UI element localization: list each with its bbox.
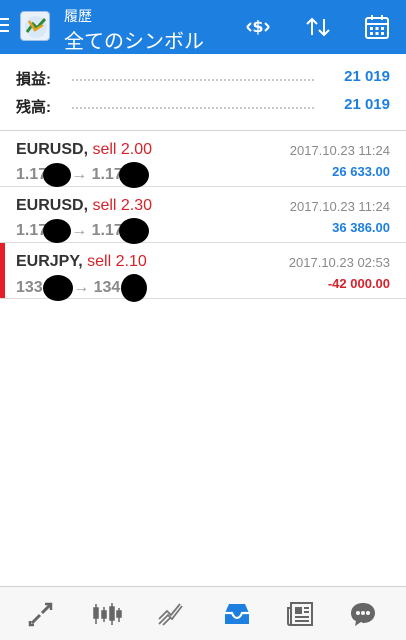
app-header: 履歴 全てのシンボル $: [0, 0, 406, 54]
trade-time: 2017.10.23 11:24: [289, 199, 390, 214]
trade-row[interactable]: EURUSD, sell 2.00 1.17 → 1.17 2017.10.23 …: [0, 131, 406, 188]
menu-icon[interactable]: [0, 18, 11, 34]
summary-value: 21 019: [344, 68, 390, 85]
summary-row-balance: 残高: 21 019: [0, 92, 406, 120]
news-icon: [287, 602, 313, 626]
loss-marker: [0, 243, 5, 298]
nav-quotes-button[interactable]: [90, 597, 124, 631]
trade-time: 2017.10.23 11:24: [289, 143, 390, 158]
nav-history-button[interactable]: [220, 597, 254, 631]
nav-news-button[interactable]: [284, 597, 318, 631]
svg-text:$: $: [252, 17, 263, 36]
app-logo[interactable]: [20, 11, 50, 41]
chat-icon: [351, 603, 375, 626]
trade-symbol-line: EURJPY, sell 2.10: [16, 253, 147, 270]
nav-chat-button[interactable]: [346, 597, 380, 631]
trade-symbol-line: EURUSD, sell 2.30: [16, 197, 153, 214]
calendar-icon: [365, 15, 389, 39]
arrow-icon: →: [71, 166, 88, 184]
trade-profit: 36 386.00: [332, 220, 390, 235]
summary-panel: 損益: 21 019 残高: 21 019: [0, 64, 406, 120]
trade-side: sell 2.30: [92, 197, 153, 214]
arrow-icon: →: [71, 222, 88, 240]
summary-value: 21 019: [344, 96, 390, 113]
bottom-nav: [0, 586, 406, 640]
nav-trade-button[interactable]: [24, 597, 58, 631]
trade-symbol-line: EURUSD, sell 2.00: [16, 141, 153, 158]
trade-row[interactable]: EURJPY, sell 2.10 133. → 134. 2017.10.23 …: [0, 243, 406, 302]
redaction-blot: [43, 219, 72, 243]
redaction-blot: [120, 274, 147, 302]
trade-side: sell 2.10: [87, 253, 147, 270]
trade-side: sell 2.00: [92, 141, 153, 158]
symbol-filter-title[interactable]: 全てのシンボル: [64, 25, 204, 54]
quotes-chart-icon: [93, 603, 122, 625]
trade-profit: 26 633.00: [332, 164, 390, 179]
summary-row-profit: 損益: 21 019: [0, 64, 406, 92]
history-inbox-icon: [225, 604, 249, 624]
page-subtitle: 履歴: [64, 8, 92, 24]
trade-symbol: EURUSD: [16, 197, 84, 214]
redaction-blot: [118, 162, 149, 188]
dotted-leader: [72, 79, 314, 81]
trade-icon: [28, 602, 53, 627]
redaction-blot: [43, 163, 72, 187]
deposit-filter-button[interactable]: $: [242, 12, 274, 42]
trade-prices: 133. → 134.: [16, 274, 147, 302]
trade-row[interactable]: EURUSD, sell 2.30 1.17 → 1.17 2017.10.23 …: [0, 187, 406, 244]
trade-symbol: EURJPY: [16, 253, 79, 270]
arrow-icon: →: [73, 279, 90, 297]
trade-profit: -42 000.00: [327, 276, 390, 291]
redaction-blot: [118, 218, 149, 244]
chart-icon: [158, 603, 183, 626]
nav-chart-button[interactable]: [154, 597, 188, 631]
trade-time: 2017.10.23 02:53: [288, 255, 390, 270]
trade-prices: 1.17 → 1.17: [16, 218, 149, 244]
trade-prices: 1.17 → 1.17: [16, 162, 149, 188]
dollar-arrows-icon: $: [246, 17, 270, 36]
dotted-leader: [72, 107, 314, 109]
summary-label: 損益:: [16, 71, 51, 88]
calendar-button[interactable]: [361, 12, 393, 42]
summary-label: 残高:: [16, 99, 51, 116]
trade-symbol: EURUSD: [16, 141, 84, 158]
sort-button[interactable]: [302, 12, 334, 42]
sort-arrows-icon: [306, 17, 330, 37]
redaction-blot: [43, 275, 74, 301]
